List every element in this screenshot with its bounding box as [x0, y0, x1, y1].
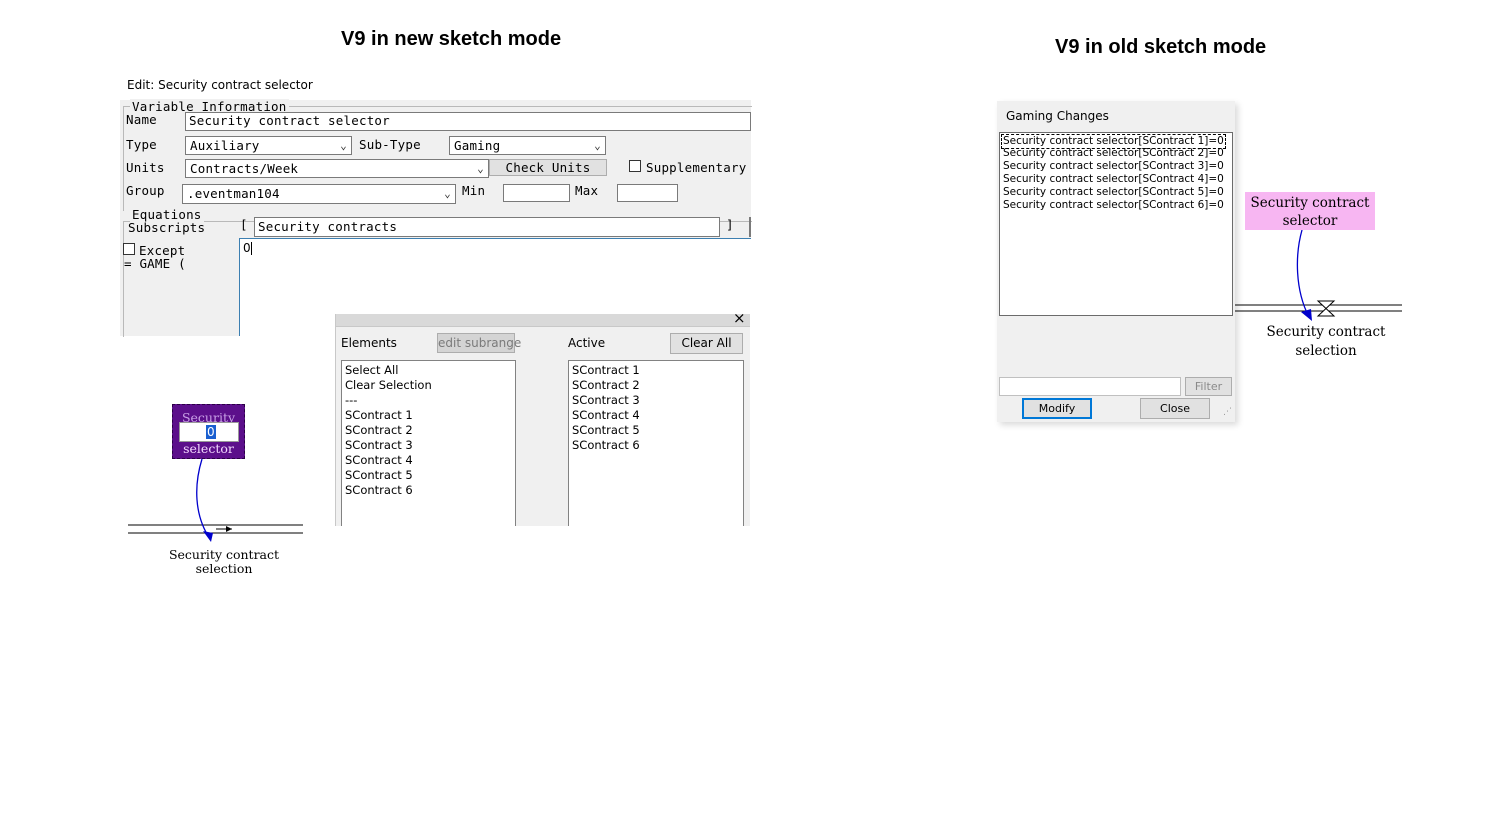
group-select[interactable]: .eventman104 ⌄ — [182, 184, 456, 204]
chevron-down-icon: ⌄ — [444, 187, 451, 200]
edit-subrange-button[interactable]: edit subrange — [437, 333, 521, 353]
old-sketch-mode-heading: V9 in old sketch mode — [1055, 36, 1267, 58]
min-input[interactable] — [503, 184, 570, 202]
modify-button[interactable]: Modify — [1022, 398, 1092, 419]
units-select[interactable]: Contracts/Week ⌄ — [185, 159, 489, 178]
max-label: Max — [575, 183, 599, 198]
subscript-bracket-close: ] — [726, 217, 734, 232]
group-select-value: .eventman104 — [187, 186, 280, 201]
list-item[interactable]: SContract 1 — [345, 408, 413, 423]
edit-window-panel: Variable Information Name Security contr… — [120, 99, 752, 337]
type-select-value: Auxiliary — [190, 138, 260, 153]
subscripts-label: Subscripts — [128, 220, 206, 235]
except-checkbox[interactable] — [123, 243, 135, 255]
subscript-picker-popup: × Elements edit subrange Active Clear Al… — [335, 309, 750, 526]
supplementary-checkbox[interactable] — [629, 160, 641, 172]
subtype-label: Sub-Type — [359, 137, 421, 152]
subscript-bracket-open: [ — [240, 217, 248, 232]
filter-button[interactable]: Filter — [1185, 377, 1232, 396]
new-sketch-connector — [128, 458, 303, 542]
old-causal-link-arrow — [1296, 229, 1310, 318]
old-security-selector-node[interactable]: Security contract selector — [1245, 192, 1375, 230]
new-flow-label: Security contract selection — [164, 548, 284, 576]
chevron-down-icon: ⌄ — [477, 162, 484, 175]
subscripts-edge — [749, 217, 751, 237]
filter-input[interactable] — [999, 377, 1181, 396]
min-label: Min — [462, 183, 486, 198]
new-flow-label-line2: selection — [195, 561, 253, 576]
edit-window-title: Edit: Security contract selector — [127, 78, 313, 92]
name-label: Name — [126, 112, 157, 127]
type-select[interactable]: Auxiliary ⌄ — [185, 136, 352, 155]
close-icon[interactable]: × — [733, 309, 746, 327]
gaming-dialog-title: Gaming Changes — [1006, 109, 1109, 123]
text-cursor — [251, 242, 252, 255]
list-item[interactable]: SContract 5 — [572, 423, 640, 438]
list-item[interactable]: --- — [345, 393, 357, 408]
active-list[interactable]: SContract 1 SContract 2 SContract 3 SCon… — [568, 360, 744, 526]
list-item[interactable]: SContract 4 — [572, 408, 640, 423]
old-sketch-connector — [1235, 229, 1402, 321]
list-item[interactable]: SContract 2 — [345, 423, 413, 438]
clear-all-button[interactable]: Clear All — [670, 333, 743, 354]
list-item[interactable]: SContract 4 — [345, 453, 413, 468]
gaming-changes-list[interactable]: Security contract selector[SContract 1]=… — [999, 132, 1233, 316]
supplementary-label: Supplementary — [646, 160, 747, 175]
units-select-value: Contracts/Week — [190, 161, 299, 176]
causal-link-arrow — [196, 458, 211, 540]
subscript-picker-titlebar — [336, 314, 750, 327]
old-flow-label-line2: selection — [1295, 343, 1357, 359]
old-selector-label-line2: selector — [1282, 213, 1338, 229]
equation-value: 0 — [243, 241, 251, 255]
old-selector-label-line1: Security contract — [1250, 195, 1370, 211]
list-item[interactable]: SContract 3 — [572, 393, 640, 408]
active-label: Active — [568, 336, 606, 350]
new-sketch-mode-heading: V9 in new sketch mode — [341, 28, 562, 50]
list-item[interactable]: SContract 5 — [345, 468, 413, 483]
selector-node-bottom-label: selector — [183, 441, 234, 456]
close-button[interactable]: Close — [1140, 398, 1210, 419]
list-item[interactable]: Security contract selector[SContract 5]=… — [1003, 186, 1224, 199]
list-item[interactable]: SContract 3 — [345, 438, 413, 453]
list-item[interactable]: Security contract selector[SContract 3]=… — [1003, 160, 1224, 173]
list-item[interactable]: SContract 1 — [572, 363, 640, 378]
gaming-changes-dialog: Gaming Changes Security contract selecto… — [997, 101, 1235, 422]
game-function-label: = GAME ( — [124, 256, 186, 271]
elements-label: Elements — [341, 336, 397, 350]
list-item[interactable]: Security contract selector[SContract 4]=… — [1003, 173, 1224, 186]
resize-grip-icon[interactable]: ⋰ — [1223, 407, 1232, 417]
subtype-select-value: Gaming — [454, 138, 501, 153]
list-item[interactable]: Clear Selection — [345, 378, 432, 393]
check-units-button[interactable]: Check Units — [489, 159, 607, 176]
valve-icon — [1316, 300, 1336, 317]
list-item[interactable]: Select All — [345, 363, 398, 378]
old-flow-label-line1: Security contract — [1266, 324, 1386, 340]
security-selector-node[interactable]: Security 0 selector — [172, 404, 245, 459]
list-item[interactable]: SContract 6 — [572, 438, 640, 453]
max-input[interactable] — [617, 184, 678, 202]
chevron-down-icon: ⌄ — [340, 139, 347, 152]
old-flow-label: Security contract selection — [1260, 323, 1392, 361]
list-item[interactable]: Security contract selector[SContract 6]=… — [1003, 199, 1224, 212]
selector-value: 0 — [206, 425, 216, 439]
subtype-select[interactable]: Gaming ⌄ — [449, 136, 606, 155]
list-item[interactable]: SContract 2 — [572, 378, 640, 393]
units-label: Units — [126, 160, 165, 175]
flow-arrowhead — [226, 526, 232, 532]
name-input[interactable]: Security contract selector — [185, 112, 751, 131]
list-item[interactable]: Security contract selector[SContract 2]=… — [1003, 147, 1224, 160]
group-label: Group — [126, 183, 165, 198]
new-flow-label-line1: Security contract — [168, 547, 280, 562]
elements-list[interactable]: Select All Clear Selection --- SContract… — [341, 360, 516, 526]
selector-value-input[interactable]: 0 — [179, 422, 239, 442]
subscripts-input[interactable]: Security contracts — [254, 217, 720, 237]
chevron-down-icon: ⌄ — [594, 139, 601, 152]
type-label: Type — [126, 137, 157, 152]
list-item[interactable]: SContract 6 — [345, 483, 413, 498]
